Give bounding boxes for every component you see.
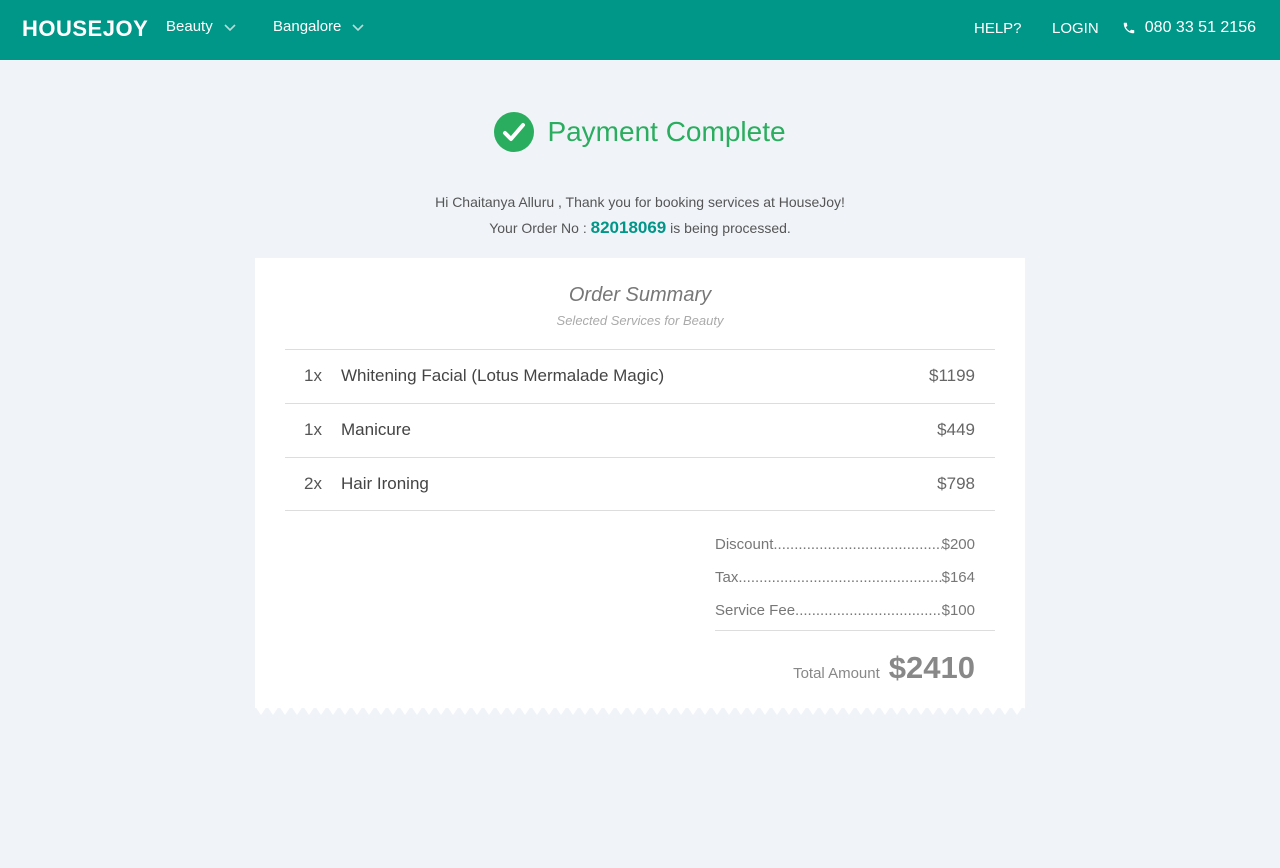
greeting-text: Hi Chaitanya Alluru , Thank you for book… [435,194,845,210]
total-amount: Total Amount $2410 [793,650,975,686]
payment-status: Payment Complete [0,112,1280,152]
tax-value: $164 [941,569,975,586]
discount-label: Discount [715,536,774,553]
item-name: Whitening Facial (Lotus Mermalade Magic) [341,366,665,385]
phone-number-link[interactable]: 080 33 51 2156 [1122,19,1256,37]
tax-label: Tax [715,569,739,586]
confirmation-message: Hi Chaitanya Alluru , Thank you for book… [0,190,1280,241]
item-price: $798 [937,474,975,493]
divider [715,630,995,631]
check-circle-icon [494,112,535,152]
list-item: 2x Hair Ironing $798 [285,457,995,511]
item-name: Hair Ironing [341,474,429,493]
phone-number-text: 080 33 51 2156 [1144,19,1256,36]
city-dropdown[interactable]: Bangalore [273,18,365,35]
order-summary-title: Order Summary [568,284,712,306]
discount-row: Discount................................… [715,528,995,561]
discount-value: $200 [941,536,975,553]
tax-row: Tax.....................................… [715,561,995,594]
order-line: Your Order No : 82018069 is being proces… [0,215,1280,241]
service-fee-label: Service Fee [715,602,796,619]
order-number: 82018069 [590,218,667,237]
item-price: $449 [937,420,975,439]
order-prefix: Your Order No : [489,220,587,236]
leader-dots: ..................................... [795,602,942,619]
item-price: $1199 [928,366,975,385]
status-title: Payment Complete [547,116,786,147]
category-dropdown-label: Beauty [166,18,213,35]
leader-dots: ........................................… [773,536,942,553]
item-quantity: 2x [304,474,322,493]
order-items-list: 1x Whitening Facial (Lotus Mermalade Mag… [285,349,995,511]
help-link[interactable]: HELP? [974,20,1022,37]
list-item: 1x Manicure $449 [285,403,995,457]
receipt-torn-edge [255,704,1025,715]
service-fee-row: Service Fee.............................… [715,594,995,627]
phone-icon [1123,22,1135,34]
list-item: 1x Whitening Facial (Lotus Mermalade Mag… [285,349,995,403]
item-name: Manicure [341,420,411,439]
item-quantity: 1x [304,420,322,439]
order-suffix: is being processed. [670,220,791,236]
total-label: Total Amount [793,665,880,682]
item-quantity: 1x [304,366,322,385]
order-summary-subtitle: Selected Services for Beauty [556,313,724,328]
housejoy-logo[interactable]: HOUSEJOY [22,16,148,42]
chevron-down-icon [352,23,364,31]
charges-breakdown: Discount................................… [715,528,995,627]
order-summary-card: Order Summary Selected Services for Beau… [255,258,1025,708]
top-navbar: HOUSEJOY Beauty Bangalore HELP? LOGIN 08… [0,0,1280,60]
chevron-down-icon [224,23,236,31]
service-fee-value: $100 [941,602,975,619]
city-dropdown-label: Bangalore [273,18,342,35]
total-value: $2410 [888,650,975,685]
leader-dots: ........................................… [738,569,942,586]
category-dropdown[interactable]: Beauty [166,18,237,35]
login-link[interactable]: LOGIN [1052,20,1099,37]
